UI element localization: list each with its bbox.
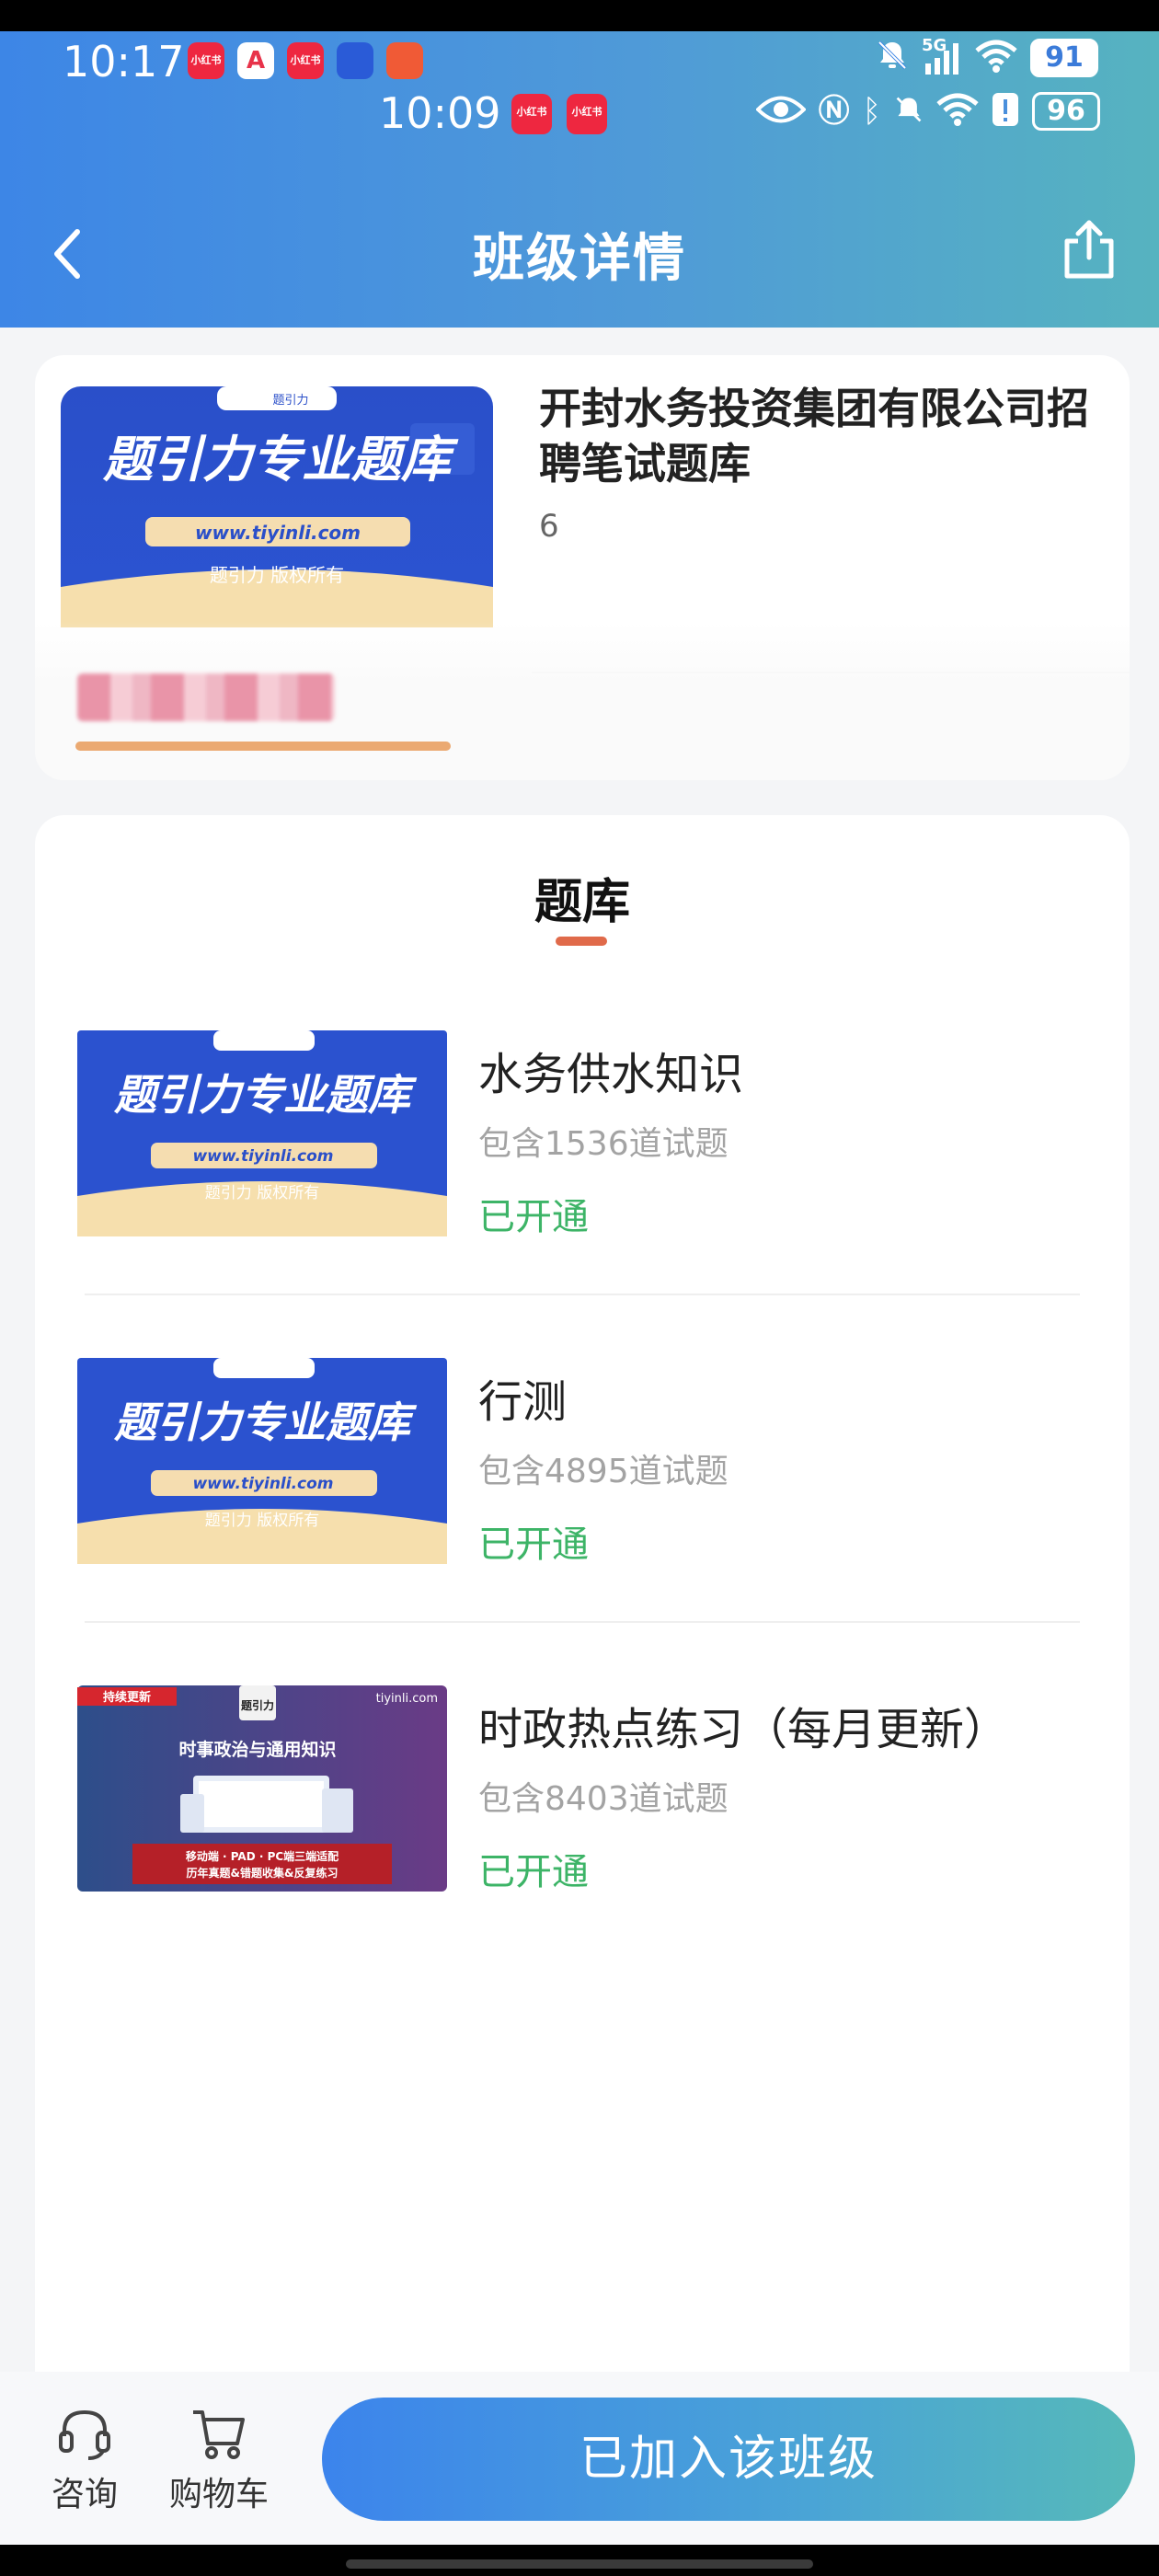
status-bar-strip xyxy=(0,0,1159,31)
bank-name: 水务供水知识 xyxy=(478,1049,744,1100)
nfc-icon: Ⓝ xyxy=(818,93,850,130)
thumb-headline: 时事政治与通用知识 xyxy=(178,1739,336,1760)
question-bank-item[interactable]: 题引力专业题库 www.tiyinli.com 题引力 版权所有 行测 包含48… xyxy=(35,1358,1130,1685)
alert-icon xyxy=(992,92,1019,131)
heading-underline xyxy=(556,937,607,946)
bank-status: 已开通 xyxy=(478,1851,589,1893)
course-cover-image: 题引力专业题库 www.tiyinli.com 题引力 版权所有 题引力 xyxy=(61,386,493,627)
headset-icon xyxy=(59,2409,110,2460)
wifi-icon xyxy=(936,93,979,130)
app-shield-icon xyxy=(337,42,373,79)
bank-name: 时政热点练习（每月更新） xyxy=(478,1704,1009,1755)
thumb-logo: 题引力 xyxy=(241,1698,274,1712)
bank-thumbnail: 题引力专业题库 www.tiyinli.com 题引力 版权所有 xyxy=(77,1030,447,1236)
app-a-icon: A xyxy=(237,42,274,79)
thumb-url: www.tiyinli.com xyxy=(192,1147,333,1166)
bank-name: 行测 xyxy=(478,1376,568,1428)
xiaohongshu-icon: 小红书 xyxy=(511,94,552,134)
bank-thumbnail: 题引力专业题库 www.tiyinli.com 题引力 版权所有 xyxy=(77,1358,447,1564)
consult-label: 咨询 xyxy=(51,2476,118,2513)
thumb-site: tiyinli.com xyxy=(376,1692,438,1706)
bank-thumbnail: 持续更新 题引力 tiyinli.com 时事政治与通用知识 移动端 · PAD… xyxy=(77,1685,447,1892)
question-bank-item[interactable]: 持续更新 题引力 tiyinli.com 时事政治与通用知识 移动端 · PAD… xyxy=(35,1685,1130,2013)
page-title: 班级详情 xyxy=(473,229,686,289)
cart-button[interactable]: 购物车 xyxy=(164,2407,274,2515)
cover-url: www.tiyinli.com xyxy=(195,522,361,544)
course-card: 题引力专业题库 www.tiyinli.com 题引力 版权所有 题引力 开封水… xyxy=(35,355,1130,780)
eye-icon xyxy=(754,94,807,129)
cover-copyright: 题引力 版权所有 xyxy=(210,564,344,586)
course-count: 6 xyxy=(539,508,559,545)
section-heading: 题库 xyxy=(534,875,630,930)
xiaohongshu-icon: 小红书 xyxy=(567,94,607,134)
shopping-cart-icon xyxy=(193,2410,245,2459)
mute-bell-icon xyxy=(876,39,909,77)
xiaohongshu-icon: 小红书 xyxy=(287,42,324,79)
cover-brand: 题引力 xyxy=(272,394,308,408)
blurred-underline xyxy=(75,742,451,751)
cart-label: 购物车 xyxy=(168,2476,269,2513)
thumb-url: www.tiyinli.com xyxy=(192,1475,333,1493)
divider xyxy=(85,1294,1080,1295)
bank-status: 已开通 xyxy=(478,1196,589,1238)
bluetooth-icon: ᛒ xyxy=(862,93,881,130)
header: 10:17 小红书 A 小红书 5G 91 10:09 小红书 小红书 Ⓝ ᛒ … xyxy=(0,0,1159,328)
status-right-bottom: Ⓝ ᛒ 96 xyxy=(754,92,1100,131)
question-bank-item[interactable]: 题引力专业题库 www.tiyinli.com 题引力 版权所有 水务供水知识 … xyxy=(35,1030,1130,1358)
joined-class-button[interactable]: 已加入该班级 xyxy=(322,2398,1135,2521)
cover-headline: 题引力专业题库 xyxy=(102,431,459,489)
status-time-secondary: 10:09 xyxy=(379,88,501,138)
thumb-copyright: 题引力 版权所有 xyxy=(205,1184,319,1202)
status-right-top: 5G 91 xyxy=(876,36,1098,77)
question-bank-section: 题库 题引力专业题库 www.tiyinli.com 题引力 版权所有 水务供水… xyxy=(35,815,1130,2379)
battery-icon: 91 xyxy=(1030,39,1098,77)
xiaohongshu-icon: 小红书 xyxy=(188,42,224,79)
home-indicator-pill[interactable] xyxy=(346,2559,813,2569)
thumb-copyright: 题引力 版权所有 xyxy=(205,1512,319,1530)
page: 10:17 小红书 A 小红书 5G 91 10:09 小红书 小红书 Ⓝ ᛒ … xyxy=(0,0,1159,2576)
share-icon xyxy=(1064,220,1114,279)
status-time: 10:17 xyxy=(63,37,185,86)
home-indicator xyxy=(0,2545,1159,2576)
wifi-icon xyxy=(975,40,1017,76)
share-button[interactable] xyxy=(1060,217,1119,282)
thumb-bar-line: 移动端 · PAD · PC端三端适配 xyxy=(186,1849,339,1863)
divider xyxy=(85,1621,1080,1623)
consult-button[interactable]: 咨询 xyxy=(46,2407,123,2515)
signal-icon: 5G xyxy=(922,36,962,76)
thumb-headline: 题引力专业题库 xyxy=(113,1397,418,1447)
battery-icon: 96 xyxy=(1032,92,1100,131)
bank-question-count: 包含4895道试题 xyxy=(478,1453,729,1490)
course-title: 开封水务投资集团有限公司招聘笔试题库 xyxy=(539,384,1089,489)
mute-bell-icon xyxy=(894,94,924,129)
blurred-content xyxy=(77,673,335,721)
thumb-badge: 持续更新 xyxy=(103,1690,151,1705)
bank-question-count: 包含1536道试题 xyxy=(478,1125,729,1163)
thumb-headline: 题引力专业题库 xyxy=(113,1070,418,1120)
bank-status: 已开通 xyxy=(478,1524,589,1566)
thumb-bar-line: 历年真题&错题收集&反复练习 xyxy=(187,1866,339,1880)
app-circle-icon xyxy=(386,42,423,79)
bank-question-count: 包含8403道试题 xyxy=(478,1780,729,1818)
